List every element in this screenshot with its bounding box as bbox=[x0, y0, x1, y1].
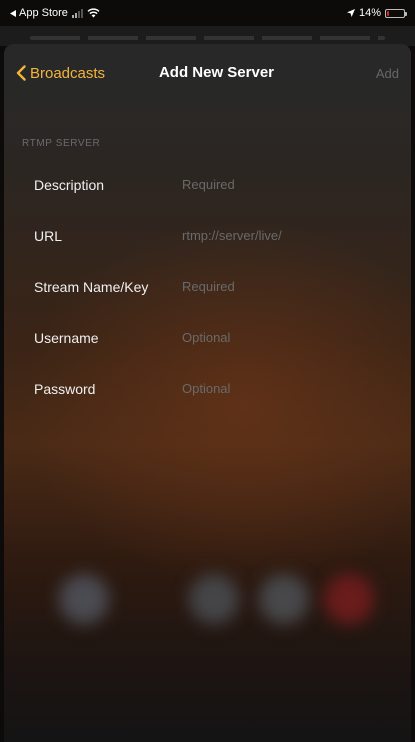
add-button[interactable]: Add bbox=[376, 66, 399, 81]
status-right: 14% bbox=[346, 7, 407, 19]
back-button-label: Broadcasts bbox=[30, 64, 106, 82]
stream-key-field[interactable] bbox=[182, 279, 382, 294]
back-app-label: App Store bbox=[19, 7, 68, 19]
location-icon bbox=[346, 9, 355, 17]
back-to-app-button[interactable]: App Store bbox=[10, 7, 68, 19]
background-view bbox=[0, 26, 415, 46]
password-label: Password bbox=[34, 380, 96, 397]
add-server-sheet: Broadcasts Add New Server Add RTMP SERVE… bbox=[4, 44, 411, 742]
description-label: Description bbox=[34, 176, 105, 193]
url-label: URL bbox=[34, 227, 63, 244]
url-field[interactable] bbox=[182, 228, 382, 243]
description-field[interactable] bbox=[182, 177, 382, 192]
stream-key-row[interactable]: Stream Name/Key bbox=[4, 261, 411, 312]
chevron-left-icon bbox=[16, 65, 26, 81]
navigation-bar: Broadcasts Add New Server Add bbox=[4, 44, 411, 102]
url-row[interactable]: URL bbox=[4, 210, 411, 261]
blurred-blob bbox=[324, 574, 374, 624]
password-row[interactable]: Password bbox=[4, 363, 411, 414]
back-arrow-icon bbox=[10, 9, 16, 17]
screen: App Store 14% Broadcasts Add New Server … bbox=[0, 0, 415, 742]
battery-icon bbox=[385, 8, 407, 18]
signal-icon bbox=[71, 8, 83, 18]
description-row[interactable]: Description bbox=[4, 159, 411, 210]
stream-key-label: Stream Name/Key bbox=[34, 278, 149, 295]
username-field[interactable] bbox=[182, 330, 382, 345]
section-header: RTMP SERVER bbox=[22, 138, 101, 149]
status-left: App Store bbox=[10, 7, 100, 19]
status-bar: App Store 14% bbox=[0, 0, 415, 26]
blurred-blob bbox=[259, 574, 309, 624]
blurred-background-controls bbox=[4, 574, 411, 634]
server-form: Description URL Stream Name/Key Username… bbox=[4, 159, 411, 414]
username-row[interactable]: Username bbox=[4, 312, 411, 363]
username-label: Username bbox=[34, 329, 99, 346]
blurred-blob bbox=[59, 574, 109, 624]
battery-fill bbox=[387, 10, 389, 16]
password-field[interactable] bbox=[182, 381, 382, 396]
wifi-icon bbox=[87, 8, 100, 18]
broadcasts-back-button[interactable]: Broadcasts bbox=[16, 65, 105, 82]
battery-percent: 14% bbox=[358, 7, 381, 19]
blurred-blob bbox=[189, 574, 239, 624]
